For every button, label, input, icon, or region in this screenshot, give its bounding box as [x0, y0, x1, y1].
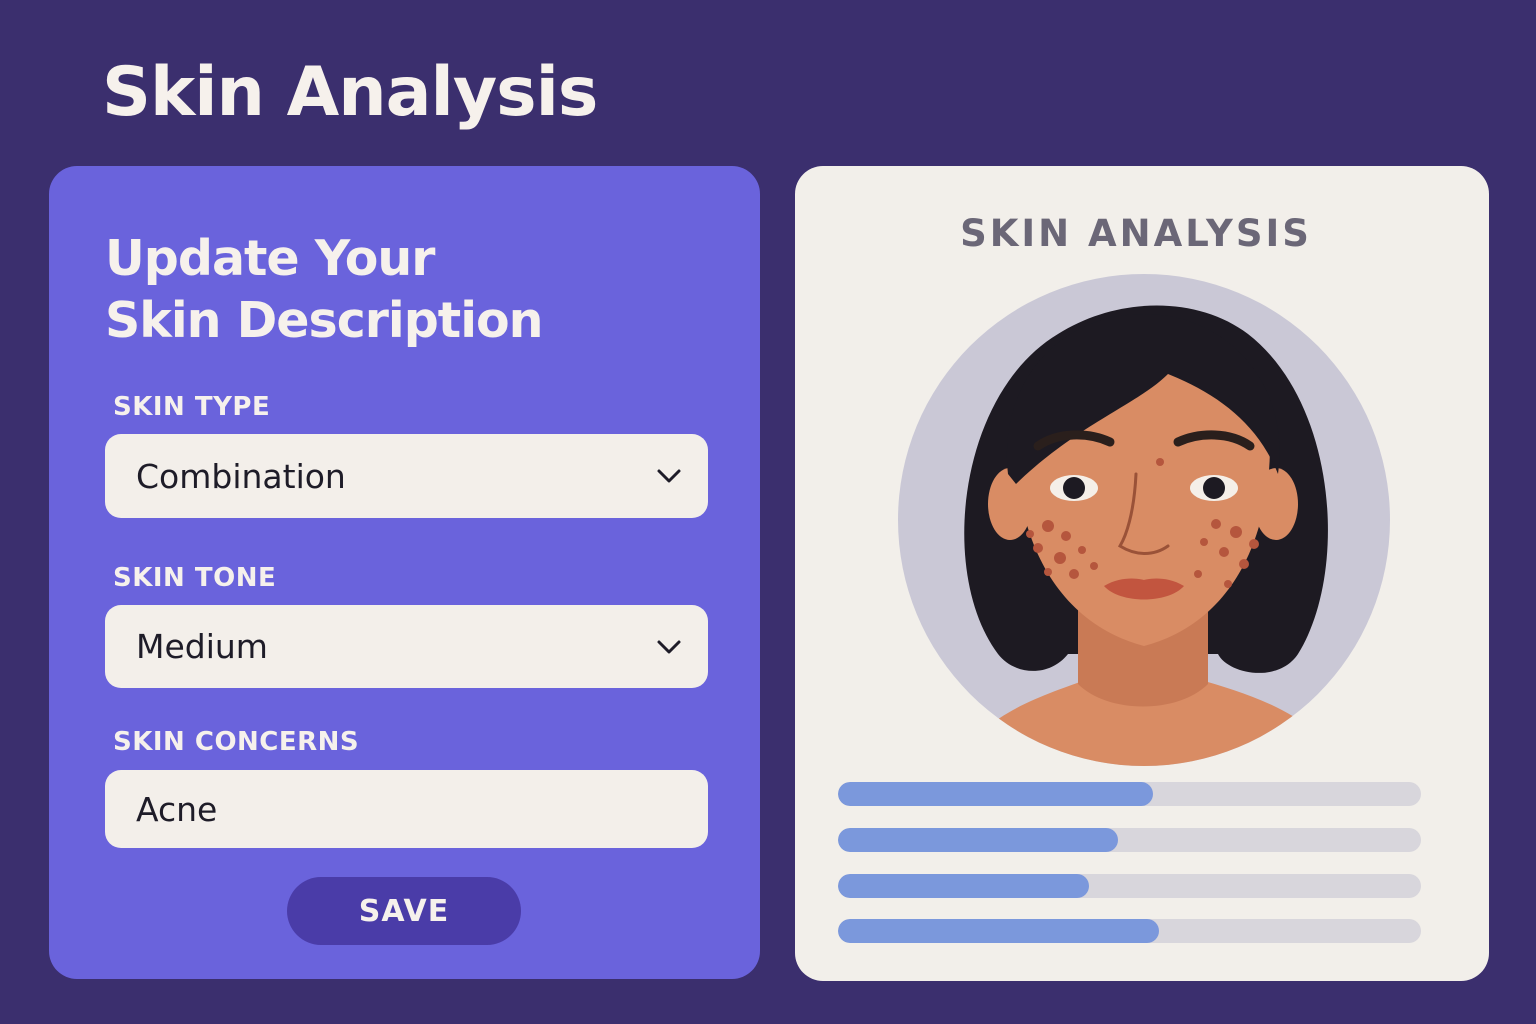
face-portrait-illustration [898, 274, 1390, 766]
form-title-line-1: Update Your [105, 230, 435, 287]
chevron-down-icon [657, 640, 681, 653]
analysis-bar-fill [838, 919, 1159, 943]
skin-tone-label: SKIN TONE [113, 563, 277, 593]
analysis-bar-4 [838, 919, 1421, 943]
skin-tone-select[interactable]: Medium [105, 605, 708, 688]
skin-type-value: Combination [136, 456, 346, 496]
skin-type-select[interactable]: Combination [105, 434, 708, 518]
form-title-line-2: Skin Description [105, 292, 544, 349]
skin-concerns-value: Acne [136, 789, 218, 829]
form-title: Update Your Skin Description [105, 228, 705, 352]
analysis-bar-3 [838, 874, 1421, 898]
save-button[interactable]: SAVE [287, 877, 521, 945]
analysis-bar-1 [838, 782, 1421, 806]
skin-tone-value: Medium [136, 627, 268, 666]
page-title: Skin Analysis [102, 53, 598, 132]
analysis-bar-fill [838, 828, 1118, 852]
analysis-bar-fill [838, 874, 1089, 898]
analysis-title: SKIN ANALYSIS [960, 212, 1312, 255]
skin-type-label: SKIN TYPE [113, 392, 271, 422]
skin-concerns-input[interactable]: Acne [105, 770, 708, 848]
analysis-bar-2 [838, 828, 1421, 852]
analysis-bar-fill [838, 782, 1153, 806]
skin-analysis-card: SKIN ANALYSIS [795, 166, 1489, 981]
skin-concerns-label: SKIN CONCERNS [113, 727, 360, 757]
skin-description-form: Update Your Skin Description SKIN TYPE C… [49, 166, 760, 979]
chevron-down-icon [657, 469, 681, 483]
